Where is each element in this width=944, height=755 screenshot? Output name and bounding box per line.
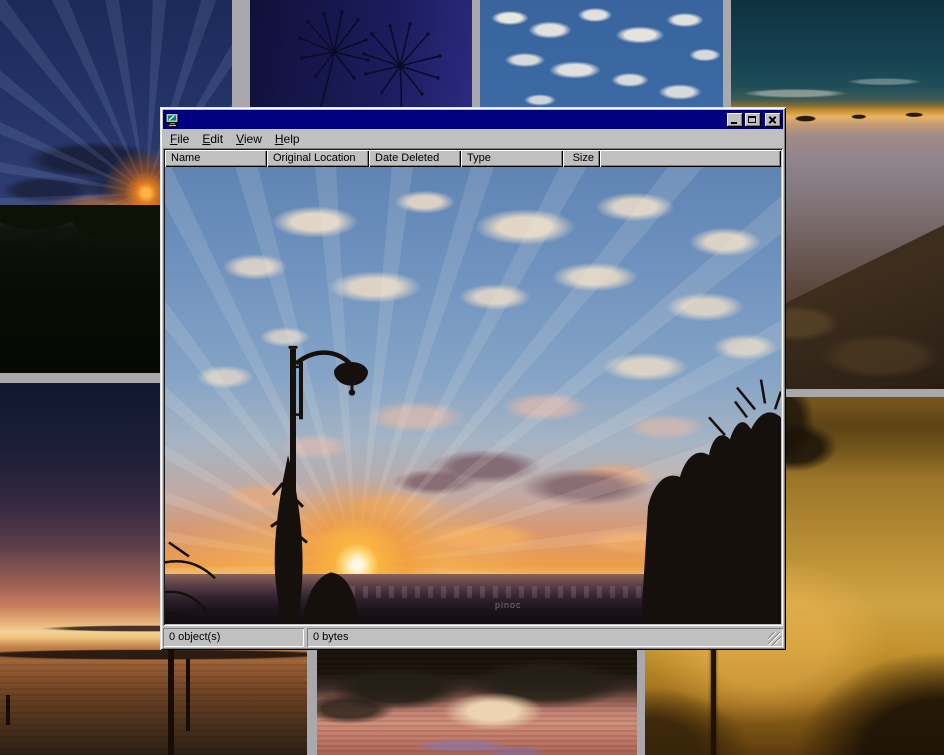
minimize-icon [731,122,737,124]
menu-file[interactable]: File [164,130,196,148]
close-button[interactable] [765,113,781,127]
window-controls [727,113,781,127]
column-header-type[interactable]: Type [461,150,563,167]
column-header-date-deleted[interactable]: Date Deleted [369,150,461,167]
column-header-name[interactable]: Name [165,150,267,167]
status-bar: 0 object(s) 0 bytes [163,628,783,647]
resize-grip[interactable] [768,632,781,645]
status-object-count: 0 object(s) [163,628,304,647]
status-size-text: 0 bytes [313,631,348,643]
list-content-area[interactable]: pinoc [165,167,781,624]
computer-icon [165,113,180,127]
column-header-original-location[interactable]: Original Location [267,150,369,167]
maximize-icon [748,116,756,123]
silhouettes-overlay [165,167,781,624]
maximize-button[interactable] [745,113,761,127]
column-header-filler [600,150,781,167]
title-bar[interactable] [163,110,783,129]
photo-watermark: pinoc [495,600,522,610]
wallpaper-photo-reflection [317,640,637,755]
column-header-size[interactable]: Size [563,150,600,167]
column-header-row: Name Original Location Date Deleted Type… [165,150,781,167]
desktop: { "window": { "title": "", "app_icon": "… [0,0,944,755]
menu-bar: File Edit View Help [163,129,783,148]
status-size: 0 bytes [307,628,783,647]
menu-view[interactable]: View [230,130,269,148]
menu-edit[interactable]: Edit [196,130,230,148]
pole-silhouette [711,647,716,755]
pole-silhouette [186,659,190,731]
pole-silhouette [168,647,174,755]
menu-help[interactable]: Help [269,130,307,148]
pole-silhouette [6,695,10,725]
file-list-view: Name Original Location Date Deleted Type… [163,148,783,626]
water-ripples [0,658,307,755]
minimize-button[interactable] [727,113,743,127]
recycle-bin-window: File Edit View Help Name Original Locati… [160,107,786,650]
